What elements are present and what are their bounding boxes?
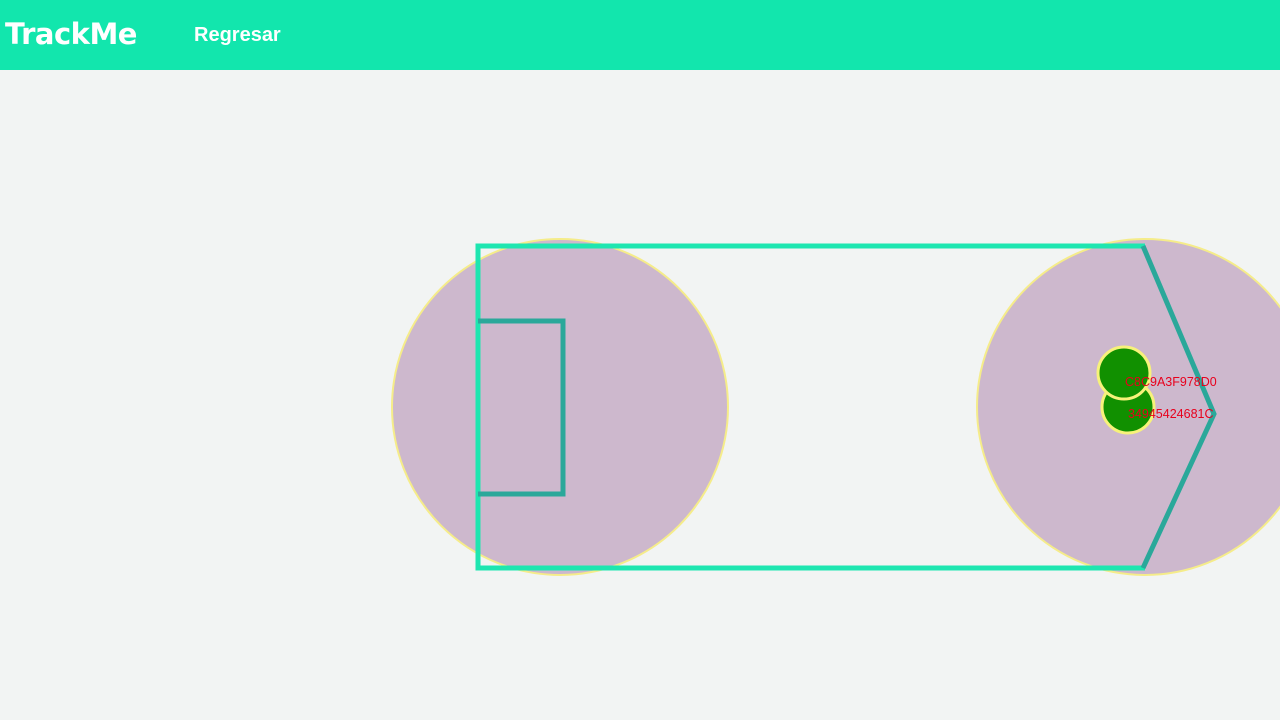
map-canvas: C8C9A3F978D0 34945424681C bbox=[391, 238, 1280, 576]
left-zone-circle bbox=[391, 238, 729, 576]
navbar: TrackMe Regresar bbox=[0, 0, 1280, 70]
tag-label: 34945424681C bbox=[1128, 407, 1214, 421]
tag-marker[interactable] bbox=[1096, 345, 1152, 401]
tracking-map: C8C9A3F978D0 34945424681C bbox=[0, 70, 1280, 720]
back-link[interactable]: Regresar bbox=[194, 22, 281, 48]
brand-logo[interactable]: TrackMe bbox=[5, 14, 137, 54]
tag-label: C8C9A3F978D0 bbox=[1125, 375, 1217, 389]
